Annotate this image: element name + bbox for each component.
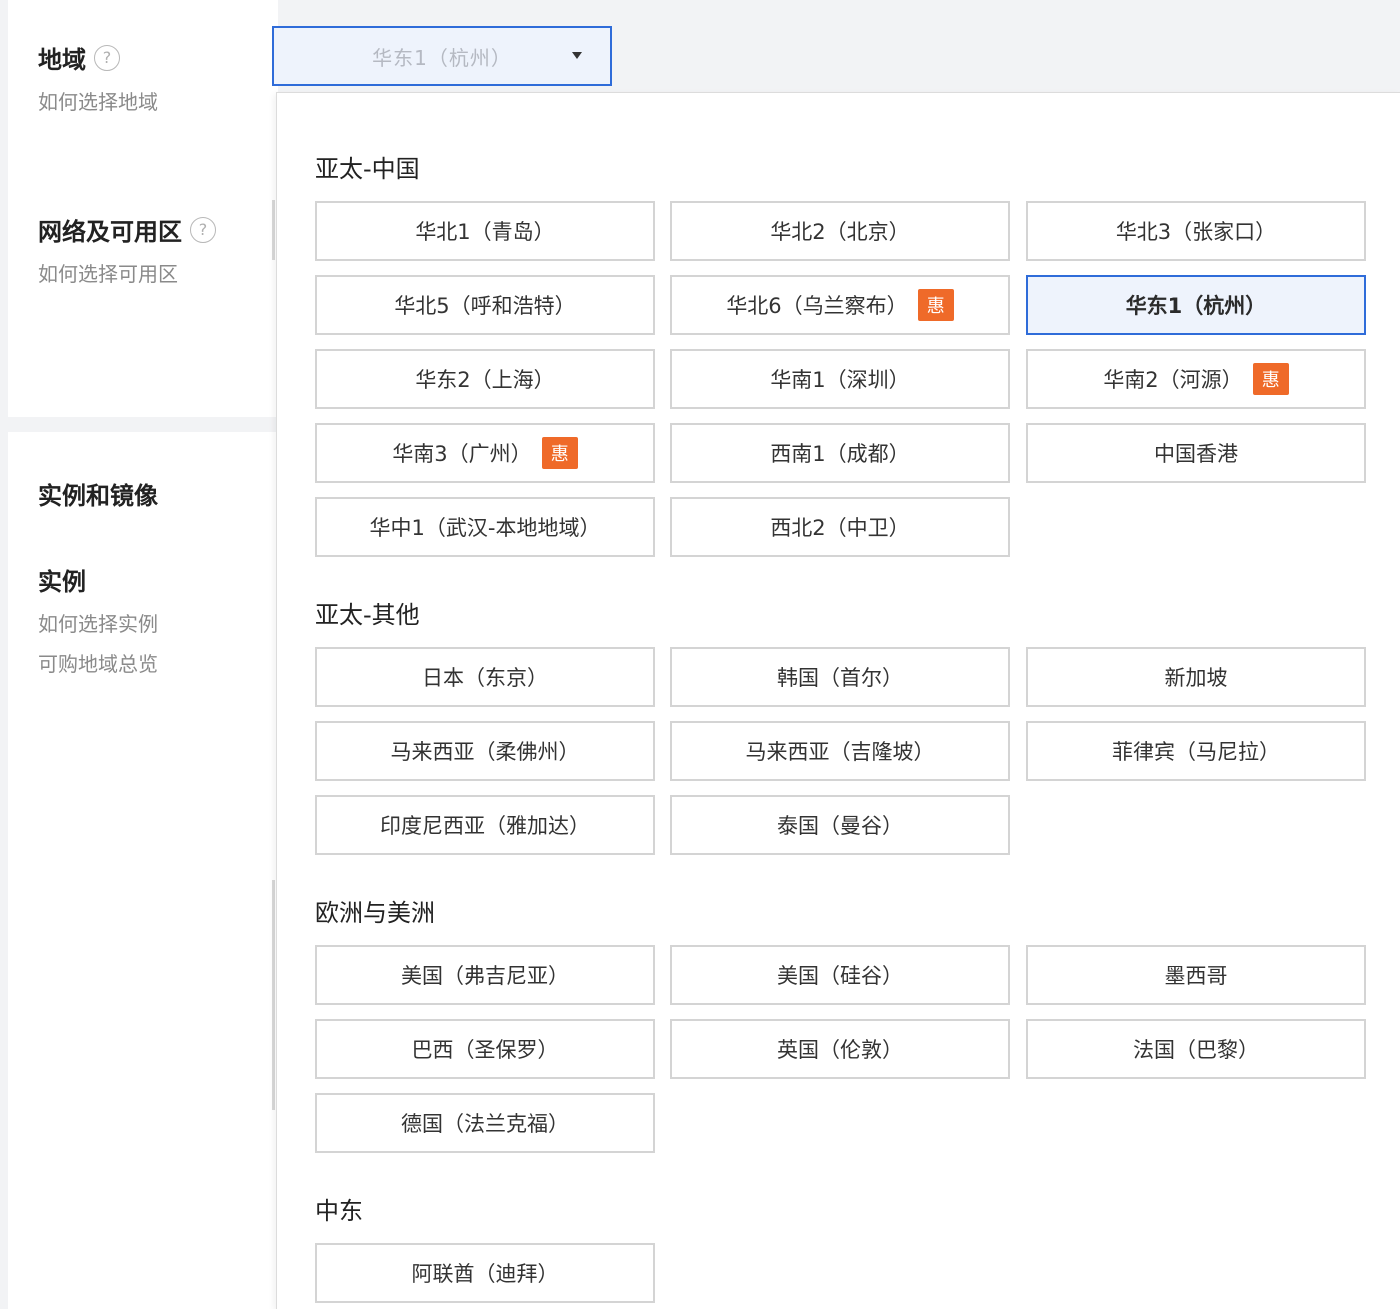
region-option[interactable]: 华南1（深圳） [670, 349, 1010, 409]
region-option-label: 巴西（圣保罗） [411, 1038, 559, 1062]
region-option[interactable]: 马来西亚（柔佛州） [315, 721, 655, 781]
region-group-title: 中东 [315, 1197, 363, 1225]
region-option-label: 华北5（呼和浩特） [394, 294, 576, 318]
region-option[interactable]: 马来西亚（吉隆坡） [670, 721, 1010, 781]
how-to-choose-zone-link[interactable]: 如何选择可用区 [38, 258, 178, 287]
region-option[interactable]: 华北6（乌兰察布） 惠 [670, 275, 1010, 335]
network-title-text: 网络及可用区 [38, 218, 182, 246]
region-option[interactable]: 韩国（首尔） [670, 647, 1010, 707]
region-option[interactable]: 华中1（武汉-本地地域） [315, 497, 655, 557]
discount-badge: 惠 [917, 289, 954, 321]
region-option-label: 美国（弗吉尼亚） [401, 964, 569, 988]
region-option-label: 阿联酋（迪拜） [411, 1262, 559, 1286]
caret-down-icon [572, 52, 582, 59]
background-edge [272, 880, 275, 1110]
region-option[interactable]: 华北1（青岛） [315, 201, 655, 261]
region-option-label: 马来西亚（柔佛州） [390, 740, 580, 764]
region-option[interactable]: 华南2（河源） 惠 [1026, 349, 1366, 409]
region-option-label: 菲律宾（马尼拉） [1112, 740, 1280, 764]
region-option[interactable]: 华北2（北京） [670, 201, 1010, 261]
region-option[interactable]: 印度尼西亚（雅加达） [315, 795, 655, 855]
config-section-region: 地域 ? 如何选择地域 网络及可用区 ? 如何选择可用区 [8, 0, 278, 417]
question-icon[interactable]: ? [190, 216, 216, 243]
question-icon[interactable]: ? [94, 44, 120, 71]
region-option[interactable]: 法国（巴黎） [1026, 1019, 1366, 1079]
region-dropdown-panel: 亚太-中国华北1（青岛） 华北2（北京） 华北3（张家口） 华北5（呼和浩特） 华北6（… [276, 92, 1400, 1309]
region-option-label: 华北1（青岛） [415, 220, 555, 244]
region-option[interactable]: 日本（东京） [315, 647, 655, 707]
instance-title: 实例 [38, 568, 86, 596]
region-option-label: 德国（法兰克福） [401, 1112, 569, 1136]
region-option[interactable]: 美国（硅谷） [670, 945, 1010, 1005]
region-option-label: 华北3（张家口） [1115, 220, 1277, 244]
region-option[interactable]: 中国香港 [1026, 423, 1366, 483]
region-option-label: 西南1（成都） [770, 442, 910, 466]
how-to-choose-instance-link[interactable]: 如何选择实例 [38, 608, 158, 637]
region-option-label: 印度尼西亚（雅加达） [380, 814, 590, 838]
region-option[interactable]: 菲律宾（马尼拉） [1026, 721, 1366, 781]
region-option[interactable]: 华东2（上海） [315, 349, 655, 409]
region-option-label: 英国（伦敦） [777, 1038, 903, 1062]
region-option[interactable]: 西南1（成都） [670, 423, 1010, 483]
region-group-title: 欧洲与美洲 [315, 899, 435, 927]
region-group-title: 亚太-中国 [315, 155, 420, 183]
region-option-label: 泰国（曼谷） [777, 814, 903, 838]
region-option-label: 新加坡 [1164, 666, 1228, 690]
region-option-label: 华东1（杭州） [1125, 294, 1267, 318]
region-option[interactable]: 华北3（张家口） [1026, 201, 1366, 261]
region-select-value: 华东1（杭州） [372, 45, 512, 70]
network-title: 网络及可用区 ? [38, 212, 216, 247]
how-to-choose-region-link[interactable]: 如何选择地域 [38, 86, 158, 115]
region-option-label: 华北2（北京） [770, 220, 910, 244]
region-option-label: 马来西亚（吉隆坡） [745, 740, 935, 764]
region-option-label: 西北2（中卫） [770, 516, 910, 540]
region-overview-link[interactable]: 可购地域总览 [38, 648, 158, 677]
region-option[interactable]: 新加坡 [1026, 647, 1366, 707]
region-select[interactable]: 华东1（杭州） [272, 26, 612, 86]
region-option[interactable]: 德国（法兰克福） [315, 1093, 655, 1153]
region-option[interactable]: 泰国（曼谷） [670, 795, 1010, 855]
region-option-label: 华南3（广州） [392, 442, 532, 466]
region-option[interactable]: 华北5（呼和浩特） [315, 275, 655, 335]
region-option[interactable]: 墨西哥 [1026, 945, 1366, 1005]
region-option-label: 华东2（上海） [415, 368, 555, 392]
region-option[interactable]: 英国（伦敦） [670, 1019, 1010, 1079]
region-option[interactable]: 阿联酋（迪拜） [315, 1243, 655, 1303]
region-option[interactable]: 华南3（广州） 惠 [315, 423, 655, 483]
region-option[interactable]: 美国（弗吉尼亚） [315, 945, 655, 1005]
background-edge [272, 200, 275, 260]
region-option-label: 中国香港 [1154, 442, 1238, 466]
region-option-label: 华南2（河源） [1103, 368, 1243, 392]
region-option-label: 韩国（首尔） [777, 666, 903, 690]
region-option[interactable]: 西北2（中卫） [670, 497, 1010, 557]
region-option-label: 墨西哥 [1164, 964, 1228, 988]
region-option[interactable]: 巴西（圣保罗） [315, 1019, 655, 1079]
config-section-instance: 实例和镜像 实例 如何选择实例 可购地域总览 [8, 432, 278, 1309]
region-group-title: 亚太-其他 [315, 601, 420, 629]
region-option-label: 法国（巴黎） [1133, 1038, 1259, 1062]
region-option-label: 华中1（武汉-本地地域） [369, 516, 601, 540]
instance-image-title: 实例和镜像 [38, 482, 158, 510]
region-option-label: 美国（硅谷） [777, 964, 903, 988]
region-option-label: 日本（东京） [422, 666, 548, 690]
region-title: 地域 ? [38, 40, 120, 75]
region-title-text: 地域 [38, 46, 86, 74]
discount-badge: 惠 [1252, 363, 1289, 395]
discount-badge: 惠 [541, 437, 578, 469]
region-option[interactable]: 华东1（杭州） [1026, 275, 1366, 335]
region-option-label: 华南1（深圳） [770, 368, 910, 392]
region-option-label: 华北6（乌兰察布） [726, 294, 908, 318]
